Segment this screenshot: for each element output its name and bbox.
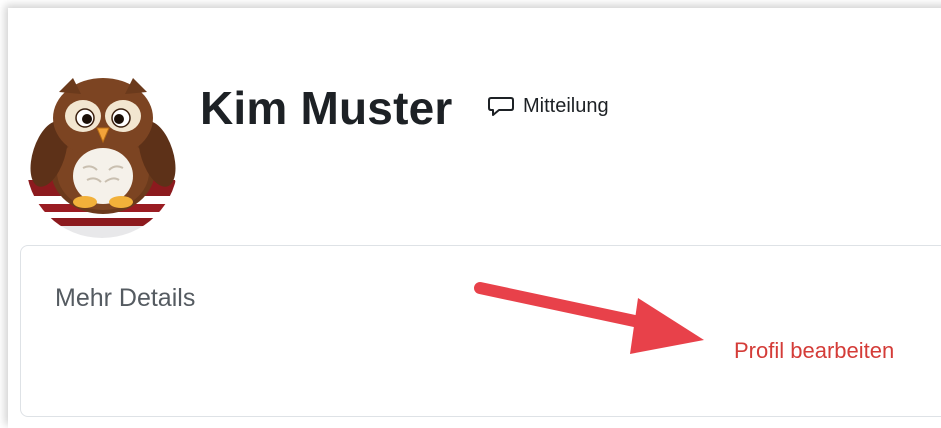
message-link[interactable]: Mitteilung <box>487 92 609 120</box>
details-card-title: Mehr Details <box>55 284 196 312</box>
details-card: Mehr Details Profil bearbeiten <box>20 245 941 417</box>
profile-avatar <box>25 72 179 238</box>
profile-name: Kim Muster <box>200 82 453 134</box>
speech-bubble-icon <box>487 94 515 118</box>
owl-avatar-image <box>26 78 178 238</box>
message-label: Mitteilung <box>523 94 609 117</box>
edit-profile-link[interactable]: Profil bearbeiten <box>734 338 894 364</box>
